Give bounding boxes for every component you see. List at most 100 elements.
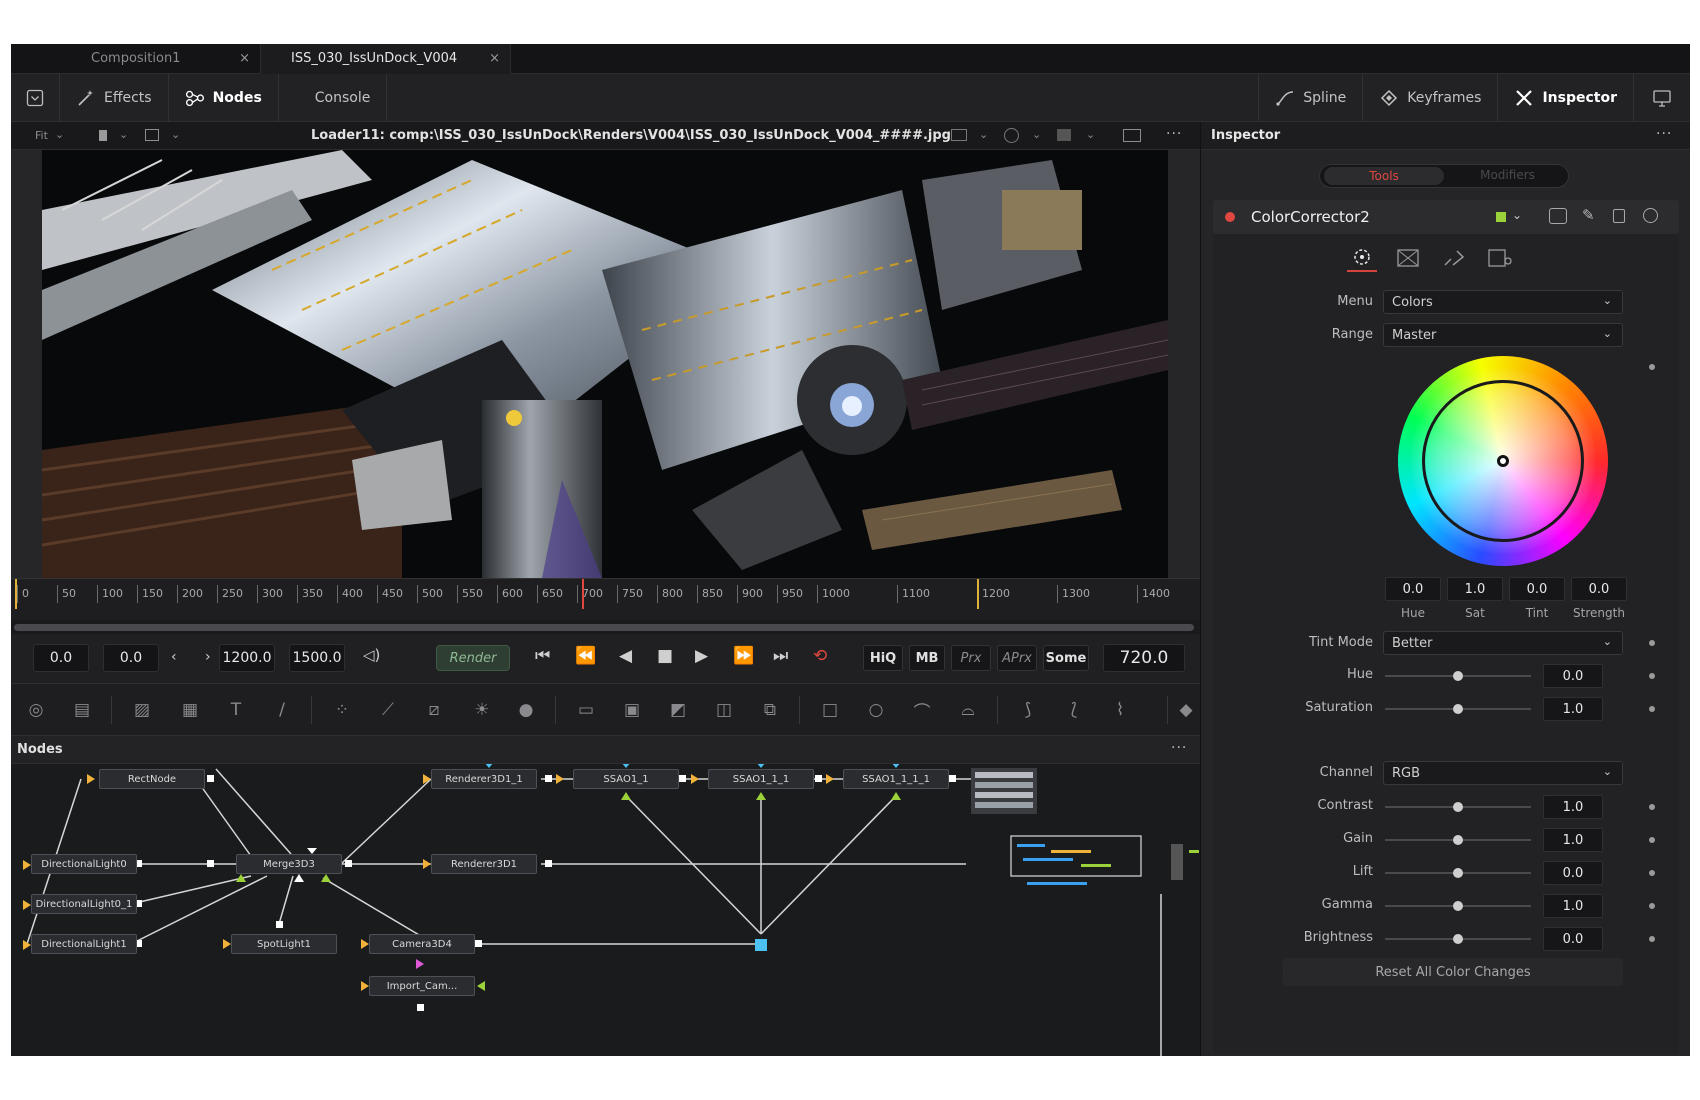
reset-all-color-changes-button[interactable]: Reset All Color Changes bbox=[1283, 958, 1623, 986]
keyframe-dot[interactable] bbox=[1649, 903, 1655, 909]
gain-value[interactable]: 1.0 bbox=[1543, 828, 1603, 852]
copy-icon[interactable] bbox=[1549, 208, 1567, 224]
node-renderer3d1-1[interactable]: Renderer3D1_1 bbox=[431, 769, 537, 789]
chevron-down-icon[interactable]: ⌄ bbox=[979, 128, 988, 141]
play-icon[interactable]: ▶ bbox=[695, 646, 708, 666]
brightness-value[interactable]: 0.0 bbox=[1543, 927, 1603, 951]
slider-knob[interactable] bbox=[1453, 934, 1463, 944]
node-camera3d4[interactable]: Camera3D4 bbox=[369, 934, 475, 954]
lut-icon[interactable] bbox=[145, 129, 159, 141]
planar-tool-icon[interactable]: ⟅ bbox=[1061, 698, 1087, 722]
hiq-toggle[interactable]: HiQ bbox=[863, 645, 903, 671]
pin-icon[interactable]: ✎ bbox=[1582, 206, 1595, 224]
gamma-value[interactable]: 1.0 bbox=[1543, 894, 1603, 918]
slider-knob[interactable] bbox=[1453, 704, 1463, 714]
chevron-down-icon[interactable]: ⌄ bbox=[1032, 128, 1041, 141]
rectangle-mask-icon[interactable]: □ bbox=[817, 698, 843, 722]
chevron-down-icon[interactable]: ⌄ bbox=[55, 128, 64, 141]
tab-iss-030[interactable]: ISS_030_IssUnDock_V004 × bbox=[261, 44, 511, 74]
prx-toggle[interactable]: Prx bbox=[951, 645, 991, 671]
gain-slider[interactable] bbox=[1385, 835, 1531, 845]
chevron-left-icon[interactable]: ‹ bbox=[171, 649, 177, 665]
slider-knob[interactable] bbox=[1453, 901, 1463, 911]
time-ruler[interactable]: 0 50 100 150 200 250 300 350 400 450 500… bbox=[11, 578, 1200, 620]
colors-subtab[interactable] bbox=[1347, 244, 1377, 272]
menu-dropdown[interactable]: Colors ⌄ bbox=[1383, 290, 1623, 314]
sharpen-tool-icon[interactable]: ⧄ bbox=[421, 698, 447, 722]
color-wheel-handle[interactable] bbox=[1497, 455, 1509, 467]
channel-tool-icon[interactable]: ▣ bbox=[619, 698, 645, 722]
wheel-tint-field[interactable]: 0.0 bbox=[1509, 577, 1565, 601]
node-ssao1-1-1-1[interactable]: SSAO1_1_1_1 bbox=[843, 769, 949, 789]
nodes-more-button[interactable]: ··· bbox=[1171, 740, 1187, 756]
node-directionallight1[interactable]: DirectionalLight1 bbox=[31, 934, 137, 954]
node-renderer3d1[interactable]: Renderer3D1 bbox=[431, 854, 537, 874]
viewer-more-button[interactable]: ··· bbox=[1166, 126, 1182, 142]
node-directionallight0-1[interactable]: DirectionalLight0_1 bbox=[31, 894, 137, 914]
saturation-value[interactable]: 1.0 bbox=[1543, 697, 1603, 721]
text-tool-icon[interactable]: T bbox=[223, 698, 249, 722]
keyframe-dot[interactable] bbox=[1649, 706, 1655, 712]
effects-button[interactable]: Effects bbox=[60, 73, 169, 122]
color-picker-icon[interactable] bbox=[1004, 128, 1019, 143]
keyframe-dot[interactable] bbox=[1649, 936, 1655, 942]
monitor-button[interactable] bbox=[1633, 74, 1690, 122]
fast-forward-icon[interactable]: ⏩ bbox=[733, 646, 754, 666]
rewind-icon[interactable]: ⏪ bbox=[575, 646, 596, 666]
render-start-field[interactable]: 0.0 bbox=[103, 644, 159, 672]
gamma-slider[interactable] bbox=[1385, 901, 1531, 911]
keyframe-dot[interactable] bbox=[1649, 640, 1655, 646]
keyframe-dot[interactable] bbox=[1649, 804, 1655, 810]
node-rectnode[interactable]: RectNode bbox=[99, 769, 205, 789]
color-drop-icon[interactable]: ● bbox=[513, 698, 539, 722]
render-end-marker[interactable] bbox=[977, 579, 979, 609]
bspline-mask-icon[interactable]: ⌓ bbox=[955, 698, 981, 722]
slider-knob[interactable] bbox=[1453, 671, 1463, 681]
hue-slider[interactable] bbox=[1385, 671, 1531, 681]
brightness-tool-icon[interactable]: ☀ bbox=[469, 698, 495, 722]
node-spotlight1[interactable]: SpotLight1 bbox=[231, 934, 337, 954]
tab-composition1[interactable]: Composition1 × bbox=[11, 44, 261, 74]
slider-knob[interactable] bbox=[1453, 868, 1463, 878]
inspector-button[interactable]: Inspector bbox=[1497, 74, 1633, 122]
split-view-icon[interactable] bbox=[1123, 129, 1141, 142]
checker-icon[interactable] bbox=[1057, 129, 1071, 141]
wheel-strength-field[interactable]: 0.0 bbox=[1571, 577, 1627, 601]
viewer[interactable] bbox=[11, 150, 1200, 578]
roi-icon[interactable] bbox=[951, 129, 967, 141]
tool-header[interactable]: ColorCorrector2 ⌄ ✎ bbox=[1213, 200, 1679, 234]
mb-toggle[interactable]: MB bbox=[909, 645, 945, 671]
lock-icon[interactable] bbox=[1613, 209, 1625, 223]
merge-tool-icon[interactable]: ▭ bbox=[573, 698, 599, 722]
node-directionallight0[interactable]: DirectionalLight0 bbox=[31, 854, 137, 874]
chevron-down-icon[interactable]: ⌄ bbox=[1086, 128, 1095, 141]
node-ssao1-1-1[interactable]: SSAO1_1_1 bbox=[708, 769, 814, 789]
wheel-hue-field[interactable]: 0.0 bbox=[1385, 577, 1441, 601]
warp-tool-icon[interactable]: ⌇ bbox=[1107, 698, 1133, 722]
close-icon[interactable]: × bbox=[239, 51, 250, 66]
options-subtab[interactable] bbox=[1439, 244, 1469, 272]
chevron-down-icon[interactable]: ⌄ bbox=[171, 128, 180, 141]
reset-icon[interactable] bbox=[1643, 208, 1658, 223]
media-tool-icon[interactable]: ▦ bbox=[177, 698, 203, 722]
keyframe-dot[interactable] bbox=[1649, 364, 1655, 370]
wheel-sat-field[interactable]: 1.0 bbox=[1447, 577, 1503, 601]
polygon-mask-icon[interactable]: ⌒ bbox=[909, 698, 935, 723]
range-dropdown[interactable]: Master ⌄ bbox=[1383, 323, 1623, 347]
aprx-toggle[interactable]: APrx bbox=[997, 645, 1037, 671]
lift-slider[interactable] bbox=[1385, 868, 1531, 878]
contrast-value[interactable]: 1.0 bbox=[1543, 795, 1603, 819]
close-icon[interactable]: × bbox=[489, 51, 500, 66]
matte-tool-icon[interactable]: ◩ bbox=[665, 698, 691, 722]
global-start-field[interactable]: 0.0 bbox=[33, 644, 89, 672]
channel-dropdown[interactable]: RGB ⌄ bbox=[1383, 761, 1623, 785]
spline-button[interactable]: Spline bbox=[1258, 74, 1362, 122]
transform-tool-icon[interactable]: ◫ bbox=[711, 698, 737, 722]
blur-tool-icon[interactable]: ⟋ bbox=[375, 698, 401, 722]
global-end-field[interactable]: 1500.0 bbox=[289, 644, 345, 672]
background-tool-icon[interactable]: ◎ bbox=[23, 698, 49, 722]
slider-knob[interactable] bbox=[1453, 835, 1463, 845]
stop-icon[interactable]: ■ bbox=[657, 646, 673, 666]
audio-icon[interactable]: ◁) bbox=[363, 646, 380, 664]
saturation-slider[interactable] bbox=[1385, 704, 1531, 714]
